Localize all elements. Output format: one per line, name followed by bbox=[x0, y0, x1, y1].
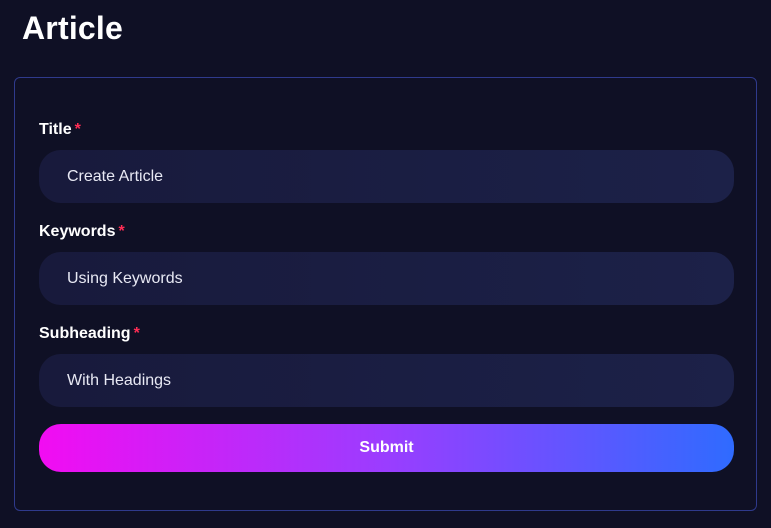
title-label-text: Title bbox=[39, 121, 72, 138]
article-form: Title* Keywords* Subheading* Submit bbox=[14, 77, 757, 511]
subheading-label: Subheading * bbox=[39, 325, 140, 343]
title-label: Title * bbox=[39, 121, 81, 139]
keywords-label: Keywords * bbox=[39, 223, 125, 241]
keywords-input[interactable] bbox=[39, 252, 734, 305]
title-input[interactable] bbox=[39, 150, 734, 203]
required-marker: * bbox=[118, 223, 125, 240]
required-marker: * bbox=[133, 325, 140, 342]
subheading-label-text: Subheading bbox=[39, 325, 131, 342]
subheading-input[interactable] bbox=[39, 354, 734, 407]
page-title: Article bbox=[22, 10, 123, 46]
keywords-label-text: Keywords bbox=[39, 223, 116, 240]
submit-button[interactable]: Submit bbox=[39, 424, 734, 472]
required-marker: * bbox=[74, 121, 81, 138]
